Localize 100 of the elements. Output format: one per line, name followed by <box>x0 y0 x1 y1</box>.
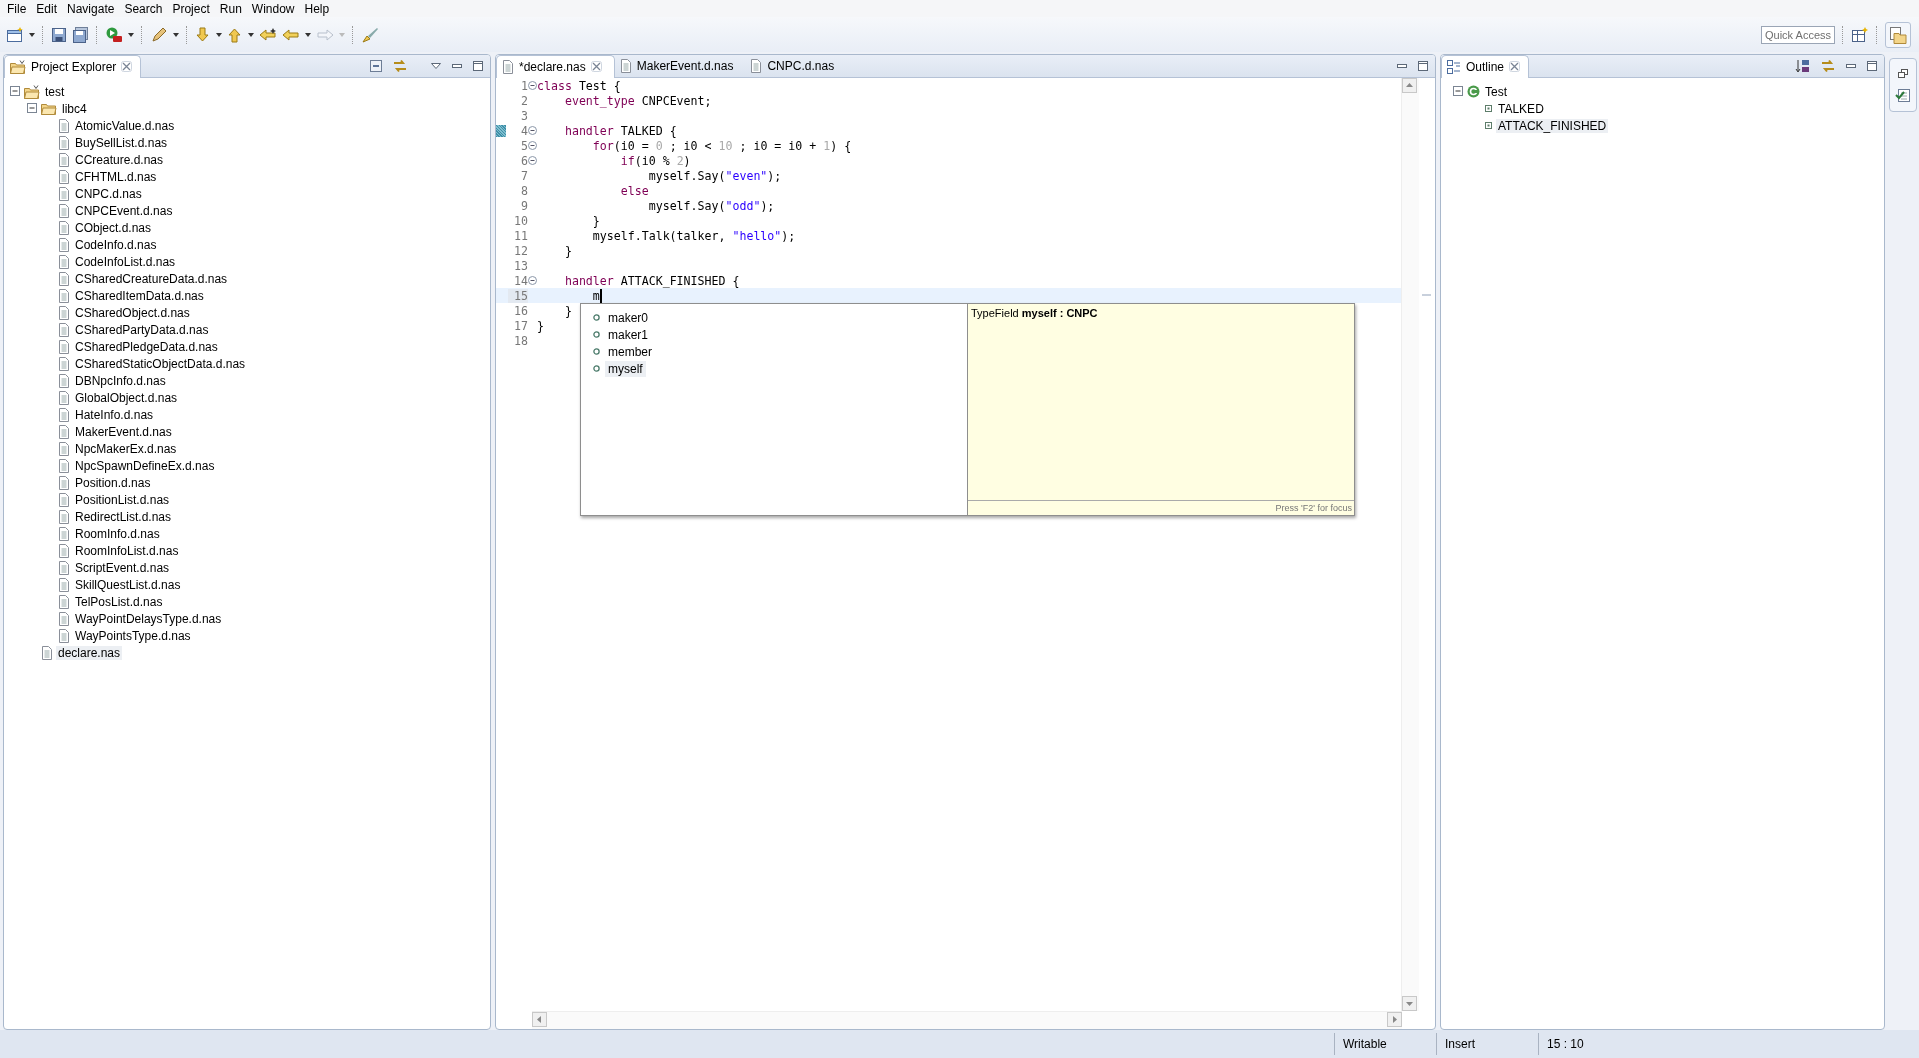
tree-item[interactable]: TALKED <box>1496 101 1546 116</box>
new-window-icon[interactable] <box>6 26 24 43</box>
menu-item[interactable]: Help <box>299 1 335 16</box>
tree-item[interactable]: WayPointDelaysType.d.nas <box>73 611 224 626</box>
tree-item[interactable]: CNPC.d.nas <box>73 186 144 201</box>
collapse-icon[interactable] <box>528 141 537 150</box>
tree-item[interactable]: Test <box>1483 84 1509 99</box>
tree-item[interactable]: DBNpcInfo.d.nas <box>73 373 168 388</box>
scroll-left-icon[interactable] <box>532 1012 547 1027</box>
menu-item[interactable]: Window <box>246 1 300 16</box>
menu-item[interactable]: Project <box>167 1 215 16</box>
tree-item[interactable]: CNPCEvent.d.nas <box>73 203 175 218</box>
link-arrows-icon[interactable] <box>1820 59 1836 73</box>
tree-item[interactable]: NpcMakerEx.d.nas <box>73 441 179 456</box>
brush-icon[interactable] <box>361 26 379 43</box>
file-icon <box>58 271 70 286</box>
tree-item[interactable]: CSharedPartyData.d.nas <box>73 322 211 337</box>
maximize-icon[interactable] <box>1866 60 1878 72</box>
menu-item[interactable]: Run <box>214 1 247 16</box>
view-tab[interactable]: Project Explorer <box>4 55 142 78</box>
caret-icon[interactable] <box>216 32 222 37</box>
completion-item[interactable]: maker1 <box>605 326 651 343</box>
tree-item[interactable]: RoomInfoList.d.nas <box>73 543 181 558</box>
save-all-icon[interactable] <box>72 26 89 43</box>
tree-item[interactable]: MakerEvent.d.nas <box>73 424 174 439</box>
up-arrow-icon[interactable] <box>227 26 243 43</box>
horizontal-scrollbar[interactable] <box>532 1011 1402 1029</box>
maximize-icon[interactable] <box>1417 60 1429 72</box>
collapse-icon[interactable] <box>10 86 21 97</box>
completion-item[interactable]: member <box>605 343 655 360</box>
maximize-icon[interactable] <box>472 60 484 72</box>
tree-item[interactable]: CFHTML.d.nas <box>73 169 159 184</box>
collapse-icon[interactable] <box>528 276 537 285</box>
scroll-right-icon[interactable] <box>1387 1012 1402 1027</box>
quick-access-field[interactable]: Quick Access <box>1761 25 1835 44</box>
tree-item[interactable]: libc4 <box>60 101 89 116</box>
tree-item[interactable]: CObject.d.nas <box>73 220 154 235</box>
tree-item[interactable]: GlobalObject.d.nas <box>73 390 180 405</box>
tree-item[interactable]: declare.nas <box>56 645 123 660</box>
tree-item[interactable]: RoomInfo.d.nas <box>73 526 162 541</box>
vertical-scrollbar[interactable] <box>1401 78 1419 1011</box>
tree-item[interactable]: SkillQuestList.d.nas <box>73 577 183 592</box>
collapse-icon[interactable] <box>528 156 537 165</box>
tree-item[interactable]: AtomicValue.d.nas <box>73 118 177 133</box>
tree-item[interactable]: test <box>43 84 67 99</box>
collapse-icon[interactable] <box>27 103 38 114</box>
menu-item[interactable]: Navigate <box>62 1 120 16</box>
tree-item[interactable]: TelPosList.d.nas <box>73 594 165 609</box>
collapse-icon[interactable] <box>528 81 537 90</box>
save-icon[interactable] <box>51 26 67 43</box>
menu-item[interactable]: Edit <box>31 1 63 16</box>
open-perspective-icon[interactable] <box>1851 26 1869 43</box>
tree-item[interactable]: PositionList.d.nas <box>73 492 172 507</box>
completion-item[interactable]: myself <box>605 360 646 377</box>
tree-item[interactable]: CSharedItemData.d.nas <box>73 288 206 303</box>
tree-item[interactable]: Position.d.nas <box>73 475 153 490</box>
tree-item[interactable]: ScriptEvent.d.nas <box>73 560 172 575</box>
tree-item[interactable]: CSharedPledgeData.d.nas <box>73 339 220 354</box>
menu-item[interactable]: File <box>2 1 32 16</box>
tree-item[interactable]: NpcSpawnDefineEx.d.nas <box>73 458 217 473</box>
tree-item[interactable]: CSharedCreatureData.d.nas <box>73 271 230 286</box>
editor-tab[interactable]: *declare.nas <box>496 55 615 78</box>
collapse-icon[interactable] <box>1453 86 1464 97</box>
link-arrows-icon[interactable] <box>392 59 408 73</box>
tree-item[interactable]: ATTACK_FINISHED <box>1496 118 1609 133</box>
menu-item[interactable]: Search <box>119 1 168 16</box>
tree-item[interactable]: CodeInfoList.d.nas <box>73 254 178 269</box>
tree-item[interactable]: HateInfo.d.nas <box>73 407 156 422</box>
down-arrow-icon[interactable] <box>195 26 211 43</box>
collapse-all-icon[interactable] <box>369 59 383 73</box>
scroll-up-icon[interactable] <box>1402 78 1417 93</box>
file-icon <box>58 458 70 473</box>
task-list-icon[interactable] <box>1895 87 1911 103</box>
editor-tab[interactable]: CNPC.d.nas <box>745 55 847 77</box>
tree-item[interactable]: CSharedObject.d.nas <box>73 305 192 320</box>
scroll-down-icon[interactable] <box>1402 996 1417 1011</box>
run-icon[interactable] <box>105 26 123 43</box>
tree-item[interactable]: CSharedStaticObjectData.d.nas <box>73 356 248 371</box>
sort-icon[interactable] <box>1795 59 1811 73</box>
back-arrow-icon[interactable] <box>282 27 300 42</box>
tree-item[interactable]: BuySellList.d.nas <box>73 135 170 150</box>
close-icon[interactable] <box>121 61 133 72</box>
pen-icon[interactable] <box>150 26 168 43</box>
perspective-button[interactable] <box>1885 21 1911 48</box>
caret-icon[interactable] <box>128 32 134 37</box>
caret-icon[interactable] <box>305 32 311 37</box>
caret-icon[interactable] <box>29 32 35 37</box>
editor-tab[interactable]: MakerEvent.d.nas <box>614 55 746 77</box>
completion-item[interactable]: maker0 <box>605 309 651 326</box>
tree-item[interactable]: CCreature.d.nas <box>73 152 166 167</box>
restore-icon[interactable] <box>1898 69 1908 79</box>
view-menu-icon[interactable] <box>430 61 442 71</box>
tree-item[interactable]: CodeInfo.d.nas <box>73 237 159 252</box>
back-arrow-icon[interactable] <box>259 27 277 42</box>
caret-icon[interactable] <box>173 32 179 37</box>
view-tab[interactable]: Outline <box>1441 55 1530 78</box>
caret-icon[interactable] <box>248 32 254 37</box>
tree-item[interactable]: RedirectList.d.nas <box>73 509 174 524</box>
collapse-icon[interactable] <box>528 126 537 135</box>
tree-item[interactable]: WayPointsType.d.nas <box>73 628 193 643</box>
